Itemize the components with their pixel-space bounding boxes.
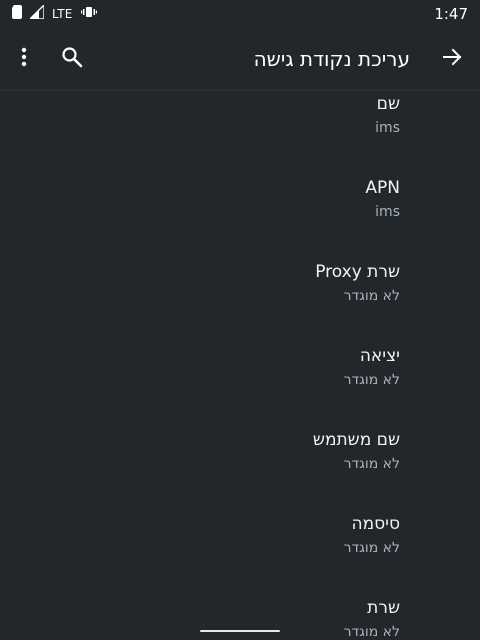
pref-title: סיסמה xyxy=(351,514,400,534)
pref-title: יציאה xyxy=(359,346,400,366)
screen: LTE 1:47 עריכת נקודת גישה שם ims APN ims… xyxy=(0,0,480,640)
back-button[interactable] xyxy=(428,35,476,83)
status-icons: LTE xyxy=(12,3,97,23)
search-icon xyxy=(61,46,83,72)
more-options-button[interactable] xyxy=(0,35,48,83)
pref-title: שם משתמש xyxy=(312,430,400,450)
pref-title: APN xyxy=(365,178,400,198)
page-title: עריכת נקודת גישה xyxy=(253,47,410,71)
pref-summary: ims xyxy=(375,204,400,220)
navigation-handle[interactable] xyxy=(200,630,280,632)
more-vert-icon xyxy=(21,47,27,71)
pref-summary: לא מוגדר xyxy=(343,456,400,472)
pref-item-port[interactable]: יציאה לא מוגדר xyxy=(40,345,400,390)
sim-card-icon xyxy=(12,5,22,23)
vibrate-icon xyxy=(80,6,97,22)
pref-item-apn[interactable]: APN ims xyxy=(40,177,400,222)
search-button[interactable] xyxy=(48,35,96,83)
pref-summary: לא מוגדר xyxy=(343,540,400,556)
pref-title: שם xyxy=(376,94,400,114)
arrow-back-icon xyxy=(440,45,464,73)
status-bar: LTE 1:47 xyxy=(0,0,480,28)
pref-item-name[interactable]: שם ims xyxy=(40,93,400,138)
clock: 1:47 xyxy=(434,5,468,23)
pref-item-proxy[interactable]: שרת Proxy לא מוגדר xyxy=(40,261,400,306)
pref-item-username[interactable]: שם משתמש לא מוגדר xyxy=(40,429,400,474)
pref-summary: ims xyxy=(375,120,400,136)
pref-summary: לא מוגדר xyxy=(343,372,400,388)
pref-title: שרת Proxy xyxy=(315,262,400,282)
pref-item-password[interactable]: סיסמה לא מוגדר xyxy=(40,513,400,558)
pref-item-server[interactable]: שרת לא מוגדר xyxy=(40,597,400,640)
signal-icon xyxy=(28,3,45,23)
pref-title: שרת xyxy=(367,598,400,618)
toolbar: עריכת נקודת גישה xyxy=(0,28,480,90)
network-type-label: LTE xyxy=(52,7,73,21)
toolbar-actions xyxy=(0,35,96,83)
pref-summary: לא מוגדר xyxy=(343,288,400,304)
apn-settings-list: שם ims APN ims שרת Proxy לא מוגדר יציאה … xyxy=(0,90,480,640)
